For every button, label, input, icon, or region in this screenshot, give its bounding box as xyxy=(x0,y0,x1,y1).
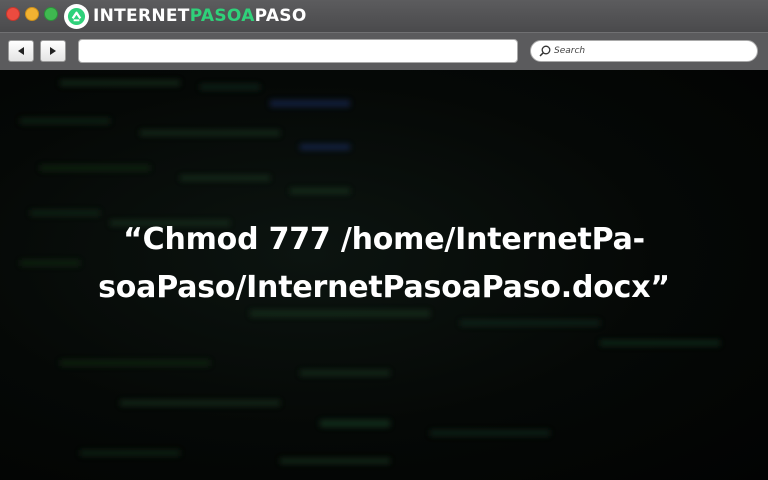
search-input[interactable]: Search xyxy=(530,40,758,62)
search-icon xyxy=(539,45,551,57)
content-area: “Chmod 777 /home/InternetPa- soaPaso/Int… xyxy=(0,70,768,480)
brand-text-part: PASO xyxy=(254,6,307,26)
address-bar[interactable] xyxy=(78,39,518,63)
title-bar: INTERNETPASOAPASO xyxy=(0,0,768,32)
headline-line-1: “Chmod 777 /home/InternetPa- xyxy=(123,222,645,257)
minimize-button[interactable] xyxy=(25,7,39,21)
close-button[interactable] xyxy=(6,7,20,21)
headline-text: “Chmod 777 /home/InternetPa- soaPaso/Int… xyxy=(40,216,728,312)
forward-button[interactable] xyxy=(40,40,66,62)
right-arrow-icon xyxy=(50,47,56,55)
browser-window: INTERNETPASOAPASO Search “Chmod 777 /hom… xyxy=(0,0,768,480)
brand-logo-icon xyxy=(64,3,89,29)
left-arrow-icon xyxy=(18,47,24,55)
brand-logo-block: INTERNETPASOAPASO xyxy=(64,3,307,29)
toolbar: Search xyxy=(0,32,768,70)
headline-line-2: soaPaso/InternetPasoaPaso.docx” xyxy=(98,270,670,305)
search-placeholder: Search xyxy=(554,46,586,56)
back-button[interactable] xyxy=(8,40,34,62)
brand-text-part-accent: PASOA xyxy=(189,6,255,26)
brand-text-part: INTERNET xyxy=(93,6,190,26)
maximize-button[interactable] xyxy=(44,7,58,21)
brand-name: INTERNETPASOAPASO xyxy=(93,3,307,29)
